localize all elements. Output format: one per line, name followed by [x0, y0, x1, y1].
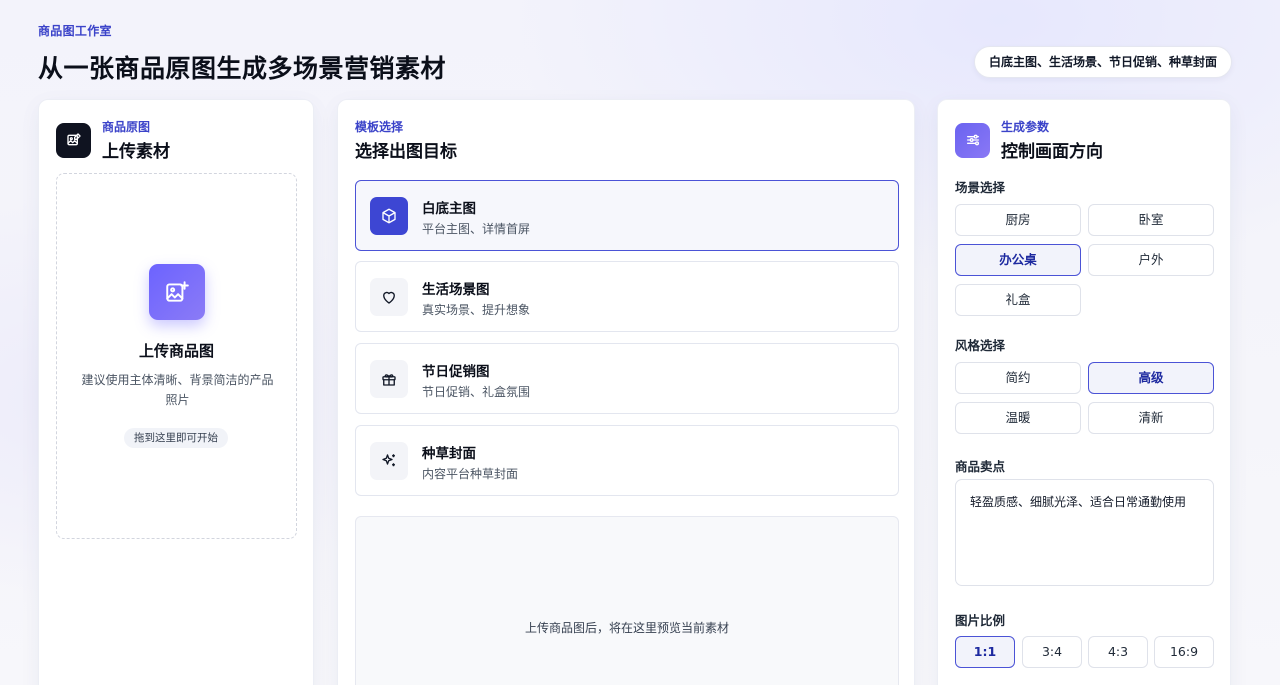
ratio-option-3-4[interactable]: 3:4 [1022, 636, 1082, 668]
template-name: 种草封面 [422, 446, 476, 462]
scene-option-outdoor[interactable]: 户外 [1088, 244, 1214, 276]
template-option-white-bg[interactable]: 白底主图 平台主图、详情首屏 [355, 180, 899, 251]
scene-option-desk[interactable]: 办公桌 [955, 244, 1081, 276]
template-description: 平台主图、详情首屏 [422, 222, 531, 236]
gift-icon [370, 360, 408, 398]
upload-card-title: 上传素材 [102, 142, 170, 162]
scene-section-label: 场景选择 [955, 180, 1006, 195]
template-description: 内容平台种草封面 [422, 467, 519, 481]
template-option-lifestyle[interactable]: 生活场景图 真实场景、提升想象 [355, 261, 899, 332]
sliders-icon [955, 122, 990, 158]
style-section-label: 风格选择 [955, 338, 1006, 353]
upload-dropzone[interactable]: 上传商品图 建议使用主体清晰、背景简洁的产品照片 拖到这里即可开始 [56, 173, 297, 539]
dropzone-hint-badge: 拖到这里即可开始 [124, 428, 228, 448]
template-description: 真实场景、提升想象 [422, 303, 531, 317]
params-card-title: 控制画面方向 [1001, 142, 1103, 162]
page-header: 商品图工作室 从一张商品原图生成多场景营销素材 [38, 22, 446, 85]
preview-area: 上传商品图后，将在这里预览当前素材 [355, 516, 899, 685]
template-name: 生活场景图 [422, 282, 490, 298]
style-option-warm[interactable]: 温暖 [955, 402, 1081, 434]
template-option-holiday[interactable]: 节日促销图 节日促销、礼盒氛围 [355, 343, 899, 414]
feature-summary-pill: 白底主图、生活场景、节日促销、种草封面 [973, 46, 1232, 78]
upload-card-subtitle: 商品原图 [102, 120, 151, 134]
template-card-title: 选择出图目标 [355, 142, 457, 162]
scene-option-giftbox[interactable]: 礼盒 [955, 284, 1081, 316]
template-option-cover[interactable]: 种草封面 内容平台种草封面 [355, 425, 899, 496]
params-card-subtitle: 生成参数 [1001, 120, 1050, 134]
template-card: 模板选择 选择出图目标 白底主图 平台主图、详情首屏 生活场景图 真实场景、提升… [337, 99, 915, 685]
scene-option-bedroom[interactable]: 卧室 [1088, 204, 1214, 236]
style-option-simple[interactable]: 简约 [955, 362, 1081, 394]
ratio-option-4-3[interactable]: 4:3 [1088, 636, 1148, 668]
dropzone-title: 上传商品图 [138, 342, 214, 360]
upload-card: 商品原图 上传素材 上传商品图 建议使用主体清晰、背景简洁的产品照片 拖到这里即… [38, 99, 314, 685]
image-edit-icon [56, 122, 91, 158]
scene-option-kitchen[interactable]: 厨房 [955, 204, 1081, 236]
style-option-fresh[interactable]: 清新 [1088, 402, 1214, 434]
page-title: 从一张商品原图生成多场景营销素材 [38, 54, 447, 83]
ratio-section-label: 图片比例 [955, 613, 1006, 628]
image-add-icon [149, 264, 205, 320]
preview-placeholder-text: 上传商品图后，将在这里预览当前素材 [524, 621, 729, 635]
ratio-option-16-9[interactable]: 16:9 [1154, 636, 1214, 668]
heart-icon [370, 278, 408, 316]
template-description: 节日促销、礼盒氛围 [422, 385, 531, 399]
dropzone-description: 建议使用主体清晰、背景简洁的产品照片 [81, 373, 274, 407]
template-card-subtitle: 模板选择 [355, 120, 404, 134]
template-name: 白底主图 [422, 201, 476, 217]
params-card: 生成参数 控制画面方向 场景选择 厨房 卧室 办公桌 户外 礼盒 风格选择 简约… [937, 99, 1231, 685]
params-card-header: 生成参数 控制画面方向 [955, 118, 1103, 162]
sparkle-icon [370, 442, 408, 480]
selling-points-label: 商品卖点 [955, 459, 1006, 474]
style-option-premium[interactable]: 高级 [1088, 362, 1214, 394]
selling-points-input[interactable]: 轻盈质感、细腻光泽、适合日常通勤使用 [955, 479, 1214, 586]
cube-icon [370, 197, 408, 235]
ratio-option-1-1[interactable]: 1:1 [955, 636, 1015, 668]
upload-card-header: 商品原图 上传素材 [56, 118, 170, 162]
template-name: 节日促销图 [422, 364, 490, 380]
page-eyebrow: 商品图工作室 [38, 24, 112, 38]
